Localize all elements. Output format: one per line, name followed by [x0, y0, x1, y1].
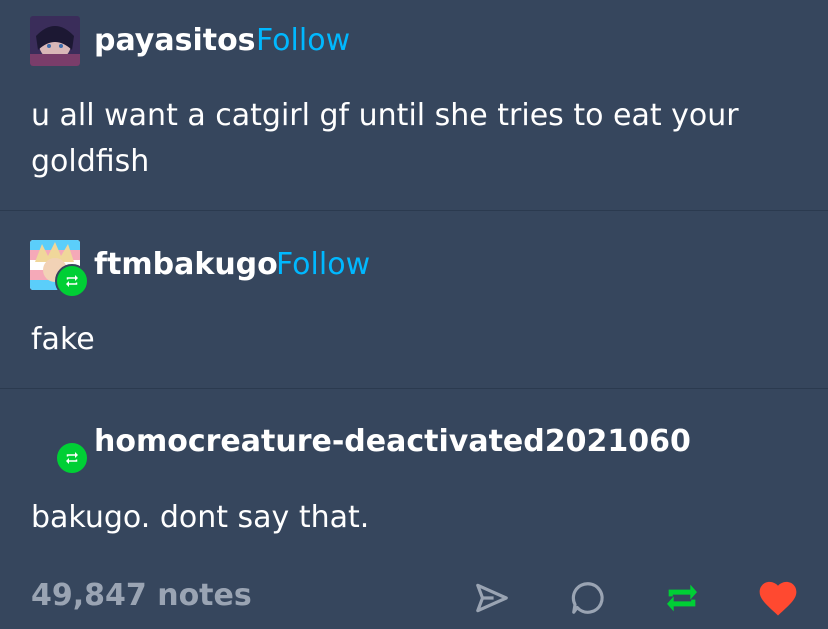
reblog-icon	[66, 452, 78, 464]
username[interactable]: ftmbakugo	[94, 250, 278, 280]
like-icon	[759, 581, 797, 616]
reblog-badge	[55, 264, 89, 298]
post-ftmbakugo: ftmbakugo Follow fake	[0, 211, 828, 387]
post-text: bakugo. dont say that.	[31, 500, 370, 535]
post-payasitos: payasitos Follow u all want a catgirl gf…	[0, 0, 828, 210]
username[interactable]: homocreature-deactivated2021060	[94, 427, 691, 457]
username[interactable]: payasitos	[94, 26, 256, 56]
reblog-icon	[66, 275, 78, 287]
follow-button[interactable]: Follow	[276, 250, 370, 280]
post-text: fake	[31, 322, 95, 357]
share-button[interactable]	[470, 576, 514, 620]
follow-button[interactable]: Follow	[256, 26, 350, 56]
post-homocreature: homocreature-deactivated2021060 bakugo. …	[0, 389, 828, 569]
reply-button[interactable]	[566, 576, 610, 620]
reply-icon	[571, 582, 604, 614]
reblog-icon	[667, 584, 697, 612]
anime-avatar-icon	[30, 16, 80, 66]
avatar[interactable]	[30, 16, 80, 66]
like-button[interactable]	[756, 576, 800, 620]
share-icon	[476, 583, 508, 613]
notes-count[interactable]: 49,847 notes	[31, 578, 252, 614]
reblog-badge	[55, 441, 89, 475]
reblog-button[interactable]	[660, 576, 704, 620]
post-text: u all want a catgirl gf until she tries …	[31, 98, 739, 179]
